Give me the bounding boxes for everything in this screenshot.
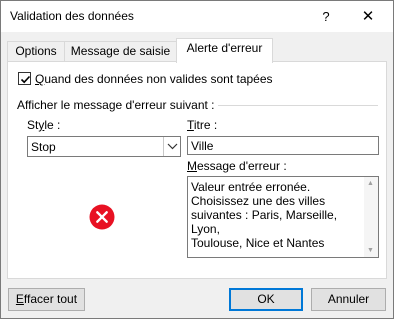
ok-button[interactable]: OK — [229, 288, 303, 311]
scroll-down-arrow-icon[interactable]: ▼ — [367, 247, 374, 254]
section-heading: Afficher le message d'erreur suivant : — [17, 98, 215, 112]
title-bar: Validation des données ? ✕ — [1, 1, 393, 32]
error-message-textarea[interactable]: Valeur entrée erronée. Choisissez une de… — [187, 176, 379, 258]
error-message-label: Message d'erreur : — [187, 159, 287, 173]
tab-error-alert[interactable]: Alerte d'erreur — [176, 38, 273, 63]
style-label: Style : — [27, 118, 61, 132]
scroll-up-arrow-icon[interactable]: ▲ — [367, 180, 374, 187]
style-dropdown-value: Stop — [31, 140, 56, 154]
show-error-alert-checkbox[interactable] — [18, 72, 31, 85]
error-stop-icon — [89, 204, 115, 230]
clear-all-button[interactable]: Effacer tout — [8, 288, 85, 311]
title-label: Titre : — [187, 118, 218, 132]
error-alert-panel: Quand des données non valides sont tapée… — [7, 61, 387, 279]
help-button[interactable]: ? — [315, 7, 337, 27]
window-title: Validation des données — [10, 9, 134, 23]
show-error-alert-label: Quand des données non valides sont tapée… — [35, 72, 273, 86]
tab-options[interactable]: Options — [7, 41, 65, 62]
data-validation-dialog: Validation des données ? ✕ Options Messa… — [0, 0, 394, 319]
tab-input-message[interactable]: Message de saisie — [64, 41, 177, 62]
style-dropdown[interactable]: Stop — [27, 136, 181, 157]
vertical-scrollbar[interactable]: ▲ ▼ — [364, 177, 378, 257]
title-input[interactable]: Ville — [187, 136, 379, 155]
cancel-button[interactable]: Annuler — [311, 288, 386, 311]
error-message-text: Valeur entrée erronée. Choisissez une de… — [191, 180, 338, 250]
dropdown-arrow-button[interactable] — [163, 137, 180, 156]
section-divider — [218, 105, 378, 106]
chevron-down-icon — [167, 143, 178, 150]
close-button[interactable]: ✕ — [357, 7, 379, 27]
checkmark-icon — [20, 75, 31, 84]
